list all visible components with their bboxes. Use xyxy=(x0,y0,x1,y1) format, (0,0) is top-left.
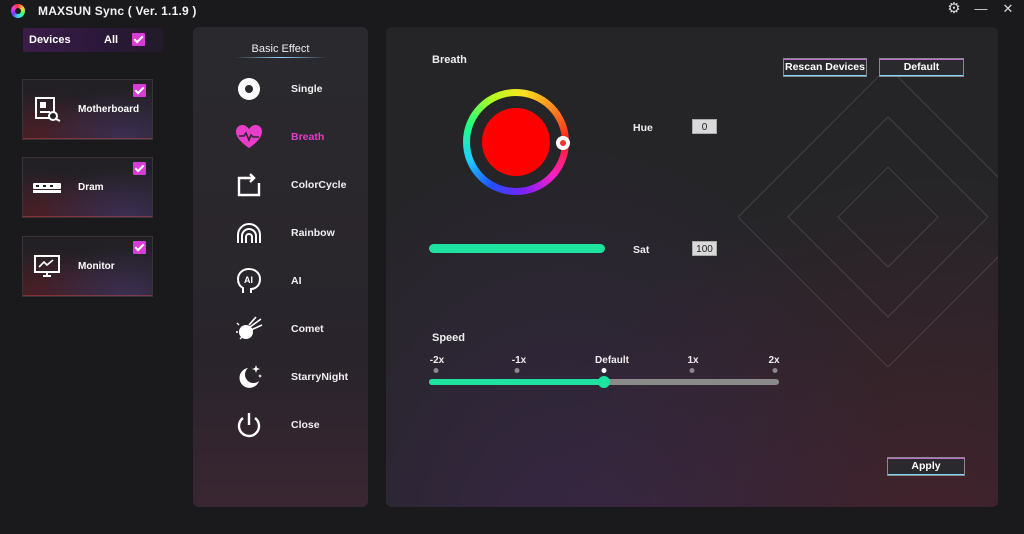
effects-title-underline xyxy=(235,57,327,58)
single-icon xyxy=(238,78,260,100)
motherboard-icon xyxy=(35,97,61,122)
device-checkbox-dram[interactable] xyxy=(133,162,146,175)
effect-starrynight[interactable]: StarryNight xyxy=(193,359,368,395)
all-devices-label: All xyxy=(104,34,119,46)
rescan-devices-button[interactable]: Rescan Devices xyxy=(783,58,867,77)
devices-label: Devices xyxy=(29,34,71,46)
moon-stars-icon xyxy=(239,365,262,388)
minimize-button[interactable]: — xyxy=(970,0,992,18)
effects-panel: Basic Effect Single Breath ColorCycle Ra… xyxy=(193,27,368,507)
speed-tick-label: Default xyxy=(595,355,629,366)
speed-tick-label: 1x xyxy=(687,355,699,366)
effect-label-rainbow: Rainbow xyxy=(291,227,335,239)
hue-label: Hue xyxy=(633,122,653,134)
dram-icon xyxy=(33,183,61,193)
speed-tick-label: -2x xyxy=(429,355,445,366)
devices-header: Devices All xyxy=(23,28,163,52)
all-devices-checkbox[interactable] xyxy=(132,33,145,46)
effect-close[interactable]: Close xyxy=(193,407,368,443)
speed-tick-dot-selected[interactable] xyxy=(601,368,607,373)
device-checkbox-motherboard[interactable] xyxy=(133,84,146,97)
effect-label-comet: Comet xyxy=(291,323,324,335)
sat-label: Sat xyxy=(633,244,650,256)
device-card-dram[interactable]: Dram xyxy=(22,157,153,218)
power-icon xyxy=(237,413,261,438)
speed-tick-dot[interactable] xyxy=(772,368,778,373)
device-card-motherboard[interactable]: Motherboard xyxy=(22,79,153,140)
comet-icon xyxy=(236,316,263,340)
effect-comet[interactable]: Comet xyxy=(193,311,368,347)
hue-value-field[interactable]: 0 xyxy=(692,119,717,134)
selected-color-swatch xyxy=(482,108,550,176)
effect-label-single: Single xyxy=(291,83,323,95)
settings-gear-icon[interactable]: ⚙ xyxy=(943,0,965,18)
default-button[interactable]: Default xyxy=(879,58,964,77)
device-label-dram: Dram xyxy=(78,182,104,193)
speed-tick-dot[interactable] xyxy=(514,368,520,373)
cycle-icon xyxy=(237,173,261,197)
effect-rainbow[interactable]: Rainbow xyxy=(193,215,368,251)
color-wheel-center xyxy=(470,96,562,188)
app-logo-icon xyxy=(11,4,25,18)
effect-ai[interactable]: AI AI xyxy=(193,263,368,299)
effects-title: Basic Effect xyxy=(251,43,310,55)
effect-label-close: Close xyxy=(291,419,320,431)
apply-button[interactable]: Apply xyxy=(887,457,965,476)
effect-label-breath: Breath xyxy=(291,131,325,143)
effect-label-colorcycle: ColorCycle xyxy=(291,179,347,191)
effect-label-ai: AI xyxy=(291,275,302,287)
saturation-slider[interactable] xyxy=(429,244,605,253)
device-label-monitor: Monitor xyxy=(78,261,115,272)
device-label-motherboard: Motherboard xyxy=(78,104,140,115)
speed-label: Speed xyxy=(432,332,466,344)
speed-tick-label: 2x xyxy=(768,355,780,366)
color-wheel[interactable] xyxy=(463,89,569,195)
effect-settings-panel xyxy=(386,27,998,507)
title-bar: MAXSUN Sync ( Ver. 1.1.9 ) ⚙ — ✕ xyxy=(0,0,1024,22)
heart-pulse-icon xyxy=(236,125,262,148)
device-card-monitor[interactable]: Monitor xyxy=(22,236,153,297)
effect-colorcycle[interactable]: ColorCycle xyxy=(193,167,368,203)
monitor-icon xyxy=(34,255,60,277)
sat-value-field[interactable]: 100 xyxy=(692,241,717,256)
color-wheel-handle[interactable] xyxy=(556,136,570,150)
speed-tick-dot[interactable] xyxy=(433,368,439,373)
ai-head-icon: AI xyxy=(236,267,262,293)
device-checkbox-monitor[interactable] xyxy=(133,241,146,254)
speed-slider-fill xyxy=(429,379,604,385)
speed-tick-label: -1x xyxy=(511,355,527,366)
svg-text:AI: AI xyxy=(244,275,253,285)
effect-single[interactable]: Single xyxy=(193,71,368,107)
speed-slider-thumb[interactable] xyxy=(598,376,610,388)
close-window-button[interactable]: ✕ xyxy=(997,0,1019,18)
effect-section-title: Breath xyxy=(432,54,467,66)
effect-label-starrynight: StarryNight xyxy=(291,371,349,383)
effect-breath[interactable]: Breath xyxy=(193,119,368,155)
speed-tick-dot[interactable] xyxy=(689,368,695,373)
app-title: MAXSUN Sync ( Ver. 1.1.9 ) xyxy=(38,4,197,18)
background-pattern xyxy=(738,67,998,367)
rainbow-icon xyxy=(237,223,261,243)
